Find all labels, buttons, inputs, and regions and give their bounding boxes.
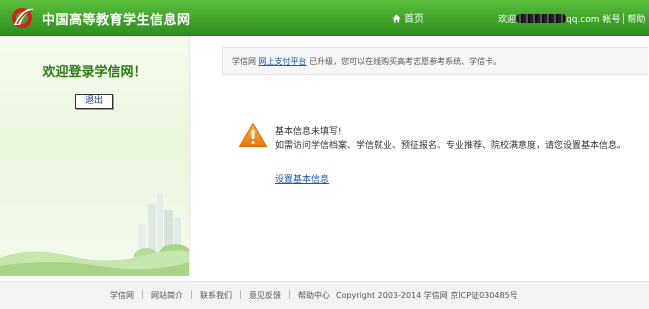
notice-prefix: 学信网 <box>232 57 256 66</box>
account-link[interactable]: 帐号 <box>602 15 620 25</box>
footer-divider <box>240 290 241 299</box>
notice-bar: 学信网 网上支付平台 已升级，您可以在线购买高考志愿参考系统、学信卡。 <box>222 47 648 75</box>
footer-link-feedback[interactable]: 意见反馈 <box>249 291 281 300</box>
chsi-logo[interactable] <box>10 5 36 29</box>
warning-icon <box>239 123 267 147</box>
redacted-username <box>516 14 567 23</box>
home-icon <box>392 14 401 23</box>
home-label: 首页 <box>404 14 424 25</box>
header-divider <box>623 13 625 24</box>
info-title: 基本信息未填写! <box>275 127 342 137</box>
footer: 学信网 网站简介 联系我们 意见反馈 帮助中心 Copyright 2003-2014 学… <box>0 281 649 309</box>
payment-platform-link[interactable]: 网上支付平台 <box>259 57 307 66</box>
footer-link-chsi[interactable]: 学信网 <box>110 291 134 300</box>
site-title[interactable]: 中国高等教育学生信息网 <box>42 9 191 28</box>
user-area: 欢迎 qq.com 帐号 帮助 <box>498 12 645 25</box>
home-link[interactable]: 首页 <box>392 10 424 25</box>
footer-divider <box>289 290 290 299</box>
footer-links: 学信网 网站简介 联系我们 意见反馈 帮助中心 Copyright 2003-2014 学… <box>110 290 518 301</box>
logout-button[interactable]: 退出 <box>75 94 113 109</box>
footer-link-contact[interactable]: 联系我们 <box>200 291 232 300</box>
city-skyline-illustration <box>0 194 189 276</box>
user-greeting: 欢迎 <box>498 15 517 25</box>
footer-link-about[interactable]: 网站简介 <box>151 291 183 300</box>
help-link[interactable]: 帮助 <box>627 15 645 25</box>
user-email-domain: qq.com <box>566 15 600 25</box>
left-panel: 欢迎登录学信网！ 退出 <box>0 36 190 276</box>
notice-text: 已升级，您可以在线购买高考志愿参考系统、学信卡。 <box>309 57 502 66</box>
footer-divider <box>191 290 192 299</box>
footer-divider <box>142 290 143 299</box>
footer-link-help[interactable]: 帮助中心 <box>298 291 330 300</box>
copyright-text: Copyright 2003-2014 学信网 京ICP证030485号 <box>336 291 518 300</box>
top-header: 中国高等教育学生信息网 首页 欢迎 qq.com 帐号 帮助 <box>0 0 649 36</box>
welcome-heading: 欢迎登录学信网！ <box>42 65 147 80</box>
info-description: 如需访问学信档案、学信就业、预征报名、专业推荐、院校满意度，请您设置基本信息。 <box>275 141 627 151</box>
set-basic-info-link[interactable]: 设置基本信息 <box>275 172 329 185</box>
